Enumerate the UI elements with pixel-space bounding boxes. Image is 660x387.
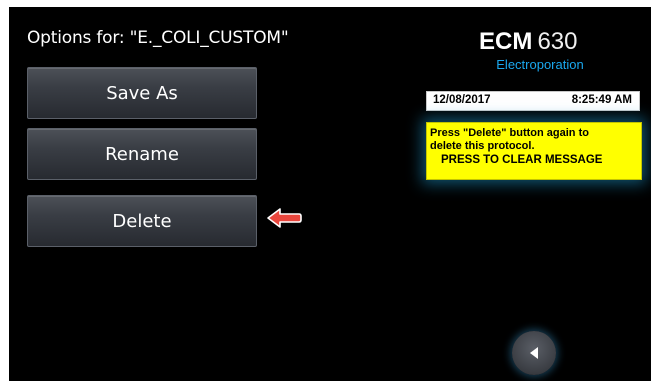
delete-button[interactable]: Delete [27, 195, 257, 247]
message-box[interactable]: Press "Delete" button again to delete th… [426, 122, 642, 180]
brand-logo: ECM 630 [479, 28, 609, 56]
time-display: 8:25:49 AM [571, 94, 632, 106]
back-button[interactable] [512, 331, 556, 375]
delete-label: Delete [112, 210, 172, 232]
touch-screen: Options for: "E._COLI_CUSTOM" Save As Re… [9, 7, 651, 381]
date-display: 12/08/2017 [433, 94, 491, 106]
brand-model: 630 [537, 28, 578, 55]
back-arrow-icon [530, 347, 538, 359]
rename-button[interactable]: Rename [27, 128, 257, 180]
brand-subtitle: Electroporation [496, 57, 584, 72]
save-as-button[interactable]: Save As [27, 67, 257, 119]
message-line-1: Press "Delete" button again to [430, 127, 589, 139]
brand-name: ECM [479, 28, 533, 55]
device-frame: Options for: "E._COLI_CUSTOM" Save As Re… [0, 0, 660, 387]
save-as-label: Save As [106, 82, 178, 104]
options-title: Options for: "E._COLI_CUSTOM" [27, 28, 289, 48]
datetime-bar: 12/08/2017 8:25:49 AM [426, 91, 640, 111]
clear-message-prompt: PRESS TO CLEAR MESSAGE [441, 154, 603, 166]
message-line-2: delete this protocol. [430, 140, 535, 152]
red-arrow-left-icon [267, 208, 302, 228]
rename-label: Rename [105, 143, 179, 165]
